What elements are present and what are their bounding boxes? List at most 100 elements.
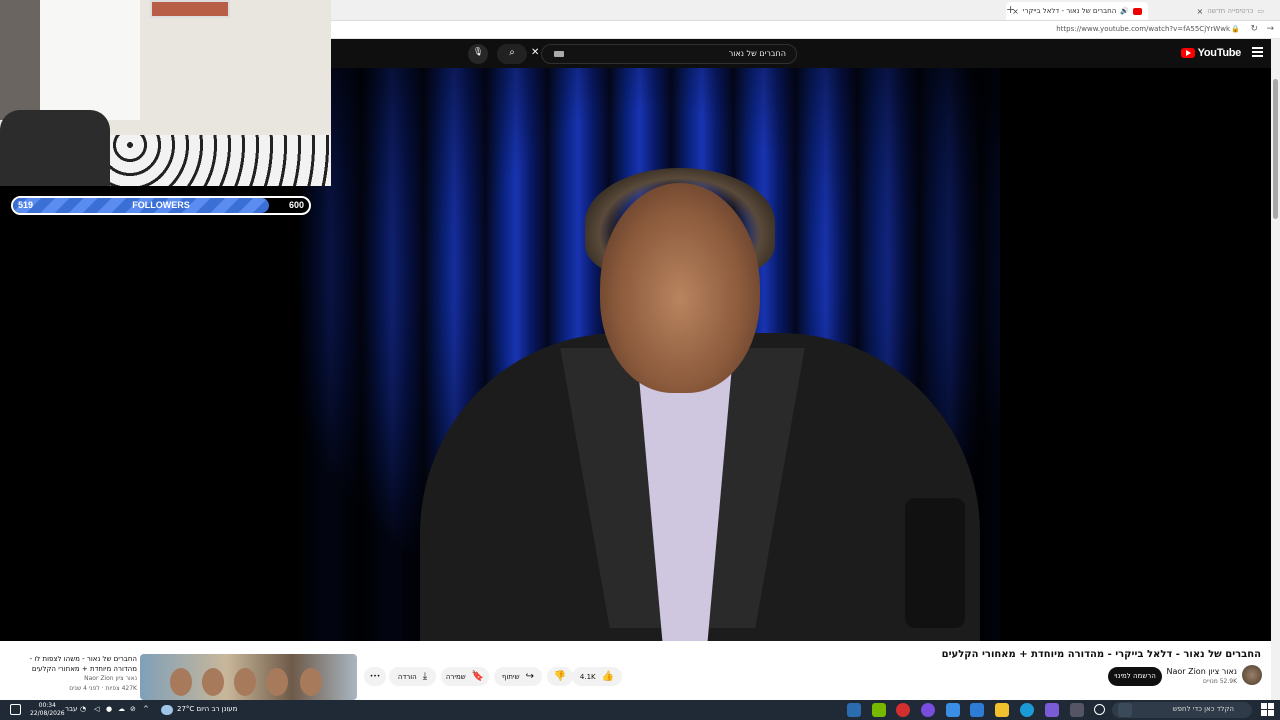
show-hidden-icons-icon[interactable]: ^ [143,705,149,713]
nvidia-icon[interactable] [872,703,886,717]
youtube-logo-text: YouTube [1197,47,1242,59]
cortana-icon[interactable] [1094,704,1105,715]
followers-goal: 600 [288,200,304,210]
share-button[interactable]: ↪ שיתוף [494,667,542,686]
weather-text[interactable]: 27°C מעונן רב היום [177,705,237,713]
tab-new-tab[interactable]: ▭ כרטיסייה חדשה × [1191,2,1270,20]
channel-subscriber-count: 52.9K מנויים [1203,678,1237,685]
thumbs-down-icon: 👎 [553,671,567,682]
lock-icon: 🔒 [1231,25,1240,33]
download-button[interactable]: ⤓ הורדה [389,667,436,686]
page-scrollbar[interactable] [1271,39,1280,700]
more-actions-button[interactable]: ••• [364,667,386,686]
followers-goal-bar: 519 FOLLOWERS 600 [11,196,311,215]
clock-date: 22/08/2026 [30,710,65,717]
app-icon[interactable] [921,703,935,717]
taskbar-search-input[interactable]: הקלד כאן כדי לחפש [1112,702,1252,718]
recommended-video-thumbnail[interactable] [140,654,357,700]
recommended-video-channel[interactable]: נאור ציון Naor Zion [12,675,137,682]
copilot-icon[interactable] [1045,703,1059,717]
followers-label: FOLLOWERS [132,200,190,210]
file-explorer-icon[interactable] [995,703,1009,717]
close-icon[interactable]: × [1197,7,1204,16]
download-label: הורדה [397,672,417,681]
channel-avatar[interactable] [1242,665,1262,685]
task-view-icon[interactable] [1070,703,1084,717]
search-highlight-icon[interactable] [1118,703,1132,717]
speaker-icon: 🔊 [1120,7,1129,15]
store-icon[interactable] [970,703,984,717]
mail-icon[interactable] [946,703,960,717]
search-input[interactable]: החברים של נאור [541,44,797,64]
recommended-video-meta: 427K צפיות · לפני 4 שנים [69,685,137,692]
back-arrow-icon[interactable]: → [1266,24,1274,34]
new-tab-button[interactable]: + [1006,3,1015,16]
thumbs-up-icon: 👍 [601,671,615,682]
taskbar-clock[interactable]: 00:34 22/08/2026 [30,702,65,718]
download-icon: ⤓ [422,671,428,682]
webcam-overlay [0,0,331,186]
subscribe-button[interactable]: הרשמה למינוי [1108,667,1162,686]
dislike-button[interactable]: 👎 [547,667,573,686]
webcam-curtain [40,0,140,120]
tab-label: כרטיסייה חדשה [1207,7,1254,15]
windows-start-icon[interactable] [1261,703,1274,716]
microphone-icon: 🎙 [472,47,484,56]
thumbnail-face [202,668,224,696]
search-button[interactable]: ⌕ [497,44,527,64]
keyboard-icon[interactable] [554,51,564,57]
app-icon[interactable] [896,703,910,717]
tab-favicon-page-icon: ▭ [1257,7,1264,15]
screen: ▭ כרטיסייה חדשה × 🔊 החברים של נאור - דלא… [0,0,1280,720]
video-chair [905,498,965,628]
webcam-wall-shadow [0,0,40,120]
channel-name[interactable]: נאור ציון Naor Zion [1166,667,1237,676]
thumbnail-face [234,668,256,696]
thumbnail-face [300,668,322,696]
weather-cloud-icon[interactable] [161,705,173,715]
tab-youtube-video[interactable]: 🔊 החברים של נאור - דלאל בייקרי × [1006,2,1148,20]
microphone-icon[interactable]: ● [106,705,112,713]
url-text[interactable]: https://www.youtube.com/watch?v=fA55CjYr… [1056,25,1230,33]
like-button[interactable]: 👍 4.1K [572,667,622,686]
clear-search-icon[interactable]: ✕ [531,47,539,58]
wifi-icon[interactable]: ◔ [80,705,86,713]
video-title: החברים של נאור - דלאל בייקרי - מהדורה מי… [941,649,1261,660]
youtube-play-icon [1180,48,1195,58]
recommended-video-title[interactable]: החברים של נאור - משהו לצפות לו - מהדורה … [12,654,137,674]
search-query[interactable]: החברים של נאור [729,49,786,58]
address-bar[interactable]: https://www.youtube.com/watch?v=fA55CjYr… [331,21,1280,39]
menu-icon[interactable] [1252,47,1263,57]
share-label: שיתוף [502,672,520,681]
language-indicator[interactable]: עבר [65,705,77,713]
more-dots-icon: ••• [369,673,381,680]
thumbnail-face [266,668,288,696]
browser-tab-strip: ▭ כרטיסייה חדשה × 🔊 החברים של נאור - דלא… [331,0,1280,21]
volume-icon[interactable]: ◁ [94,705,99,713]
webcam-bed [110,135,331,186]
share-icon: ↪ [525,671,534,682]
webcam-chair [0,110,110,186]
notifications-icon[interactable] [10,704,21,715]
reload-icon[interactable]: ↻ [1250,24,1258,34]
like-count: 4.1K [579,672,596,681]
search-icon: ⌕ [509,47,515,58]
tab-label: החברים של נאור - דלאל בייקרי [1022,7,1117,15]
edge-browser-icon[interactable] [1020,703,1034,717]
scrollbar-thumb[interactable] [1273,79,1278,219]
voice-search-button[interactable]: 🎙 [468,44,488,64]
onedrive-icon[interactable]: ☁ [118,705,125,713]
video-person-face [600,183,760,393]
bookmark-icon: 🔖 [471,671,485,682]
youtube-favicon-icon [1133,7,1142,15]
windows-taskbar: הקלד כאן כדי לחפש 27°C מעונן רב היום ^ ⊘… [0,700,1280,720]
network-icon[interactable]: ⊘ [130,705,136,713]
save-button[interactable]: 🔖 שמירה [441,667,489,686]
thumbnail-face [170,668,192,696]
webcam-wall-picture [150,0,230,18]
youtube-logo[interactable]: YouTube [1180,47,1242,59]
app-icon[interactable] [847,703,861,717]
clock-time: 00:34 [38,702,56,709]
youtube-header: YouTube החברים של נאור ⌕ 🎙 [331,39,1271,68]
save-label: שמירה [445,672,466,681]
